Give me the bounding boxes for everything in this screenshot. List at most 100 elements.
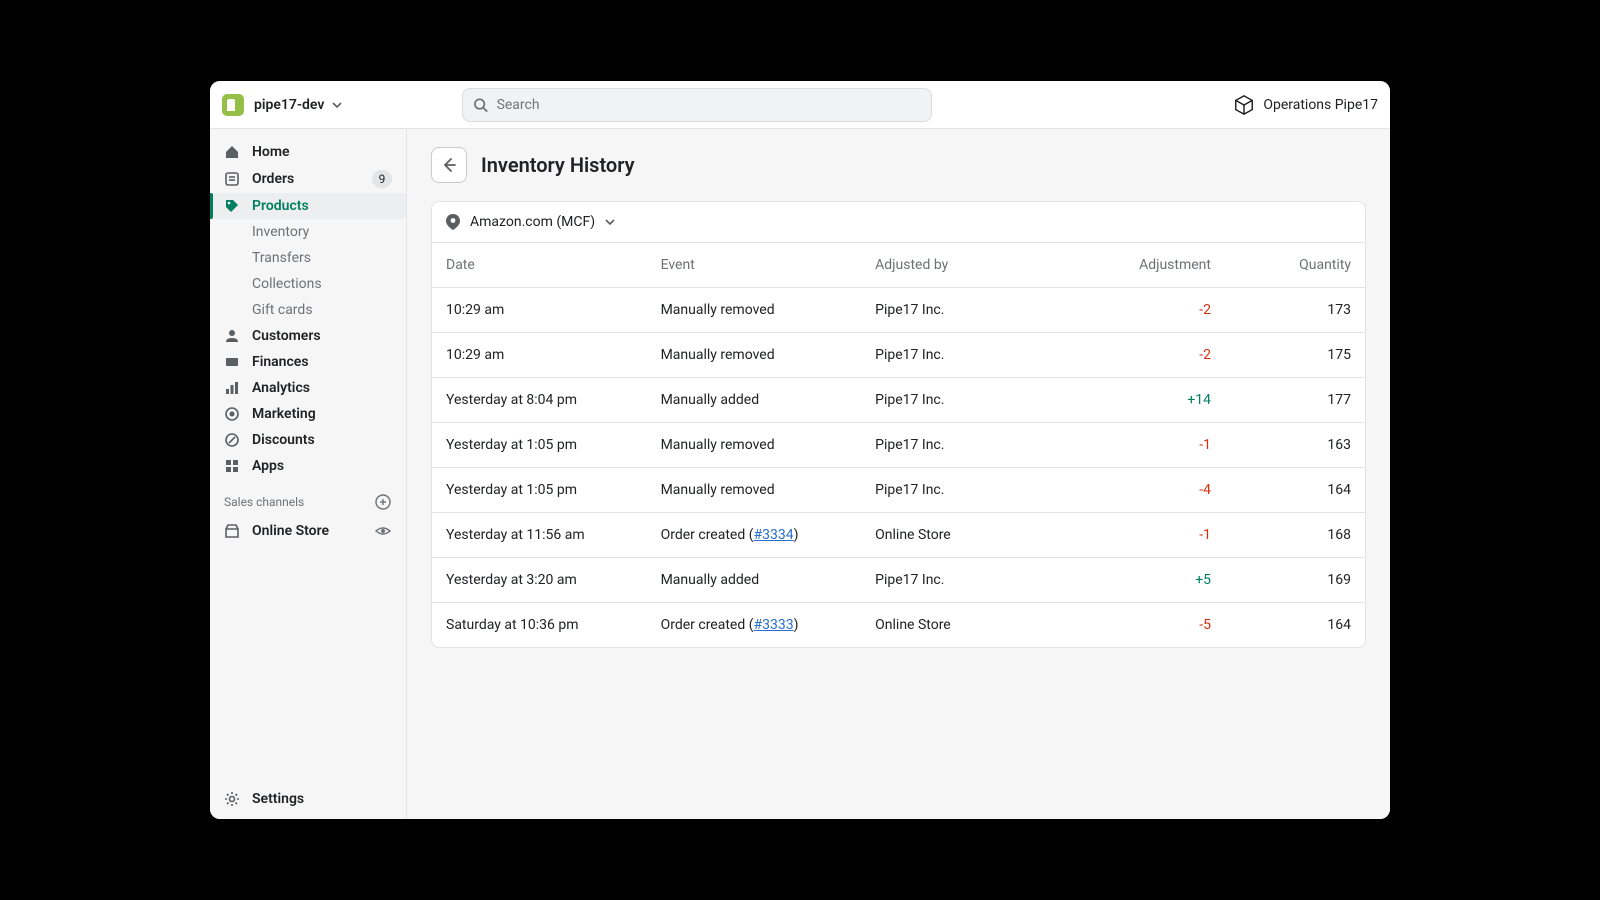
sub-label: Gift cards (252, 302, 313, 318)
cell-adjustment: +5 (1085, 558, 1225, 603)
location-selector[interactable]: Amazon.com (MCF) (432, 202, 1365, 243)
person-icon (224, 328, 240, 344)
table-row: Saturday at 10:36 pmOrder created (#3333… (432, 603, 1365, 648)
sidebar-item-customers[interactable]: Customers (210, 323, 406, 349)
cell-quantity: 173 (1225, 288, 1365, 333)
sidebar-label: Finances (252, 354, 309, 370)
store-switcher[interactable]: pipe17-dev (254, 97, 342, 113)
sidebar-item-apps[interactable]: Apps (210, 453, 406, 479)
cell-event: Order created (#3334) (647, 513, 862, 558)
cell-date: Yesterday at 3:20 am (432, 558, 647, 603)
cell-event: Manually removed (647, 423, 862, 468)
cell-date: 10:29 am (432, 333, 647, 378)
table-row: 10:29 amManually removedPipe17 Inc.-2175 (432, 333, 1365, 378)
sidebar-sub-transfers[interactable]: Transfers (210, 245, 406, 271)
sub-label: Transfers (252, 250, 311, 266)
table-row: Yesterday at 8:04 pmManually addedPipe17… (432, 378, 1365, 423)
cell-adjusted-by: Pipe17 Inc. (861, 333, 1085, 378)
table-row: 10:29 amManually removedPipe17 Inc.-2173 (432, 288, 1365, 333)
cell-quantity: 177 (1225, 378, 1365, 423)
discount-icon (224, 432, 240, 448)
sidebar-item-online-store[interactable]: Online Store (210, 517, 406, 545)
eye-icon (375, 523, 391, 539)
sidebar-label: Products (252, 198, 309, 214)
body: Home Orders 9 Products Inventory Transfe… (210, 129, 1390, 819)
cell-event: Manually added (647, 378, 862, 423)
cell-date: Saturday at 10:36 pm (432, 603, 647, 648)
sidebar-label: Online Store (252, 523, 329, 539)
col-date: Date (432, 243, 647, 288)
sub-label: Inventory (252, 224, 309, 240)
sub-label: Collections (252, 276, 322, 292)
cell-quantity: 168 (1225, 513, 1365, 558)
cell-adjustment: -5 (1085, 603, 1225, 648)
sidebar-sub-gift-cards[interactable]: Gift cards (210, 297, 406, 323)
sidebar-label: Analytics (252, 380, 310, 396)
global-search[interactable] (462, 88, 932, 122)
cell-date: Yesterday at 1:05 pm (432, 423, 647, 468)
sidebar-item-products[interactable]: Products (210, 193, 406, 219)
cell-event: Order created (#3333) (647, 603, 862, 648)
cell-event: Manually removed (647, 288, 862, 333)
location-pin-icon (446, 214, 460, 230)
col-adjustment: Adjustment (1085, 243, 1225, 288)
history-card: Amazon.com (MCF) Date Event Adjusted by … (431, 201, 1366, 648)
back-button[interactable] (431, 147, 467, 183)
sidebar-item-analytics[interactable]: Analytics (210, 375, 406, 401)
cell-quantity: 175 (1225, 333, 1365, 378)
sidebar-label: Home (252, 144, 290, 160)
order-link[interactable]: #3334 (754, 527, 794, 543)
cube-icon (1233, 94, 1255, 116)
col-event: Event (647, 243, 862, 288)
order-link[interactable]: #3333 (754, 617, 794, 633)
history-table: Date Event Adjusted by Adjustment Quanti… (432, 243, 1365, 647)
cell-date: 10:29 am (432, 288, 647, 333)
target-icon (224, 406, 240, 422)
cell-adjustment: -4 (1085, 468, 1225, 513)
sidebar-sub-collections[interactable]: Collections (210, 271, 406, 297)
cell-date: Yesterday at 1:05 pm (432, 468, 647, 513)
cell-adjustment: -1 (1085, 423, 1225, 468)
sidebar-item-home[interactable]: Home (210, 139, 406, 165)
sidebar-item-marketing[interactable]: Marketing (210, 401, 406, 427)
view-store-button[interactable] (374, 522, 392, 540)
table-row: Yesterday at 1:05 pmManually removedPipe… (432, 468, 1365, 513)
table-row: Yesterday at 3:20 amManually addedPipe17… (432, 558, 1365, 603)
cell-adjusted-by: Pipe17 Inc. (861, 378, 1085, 423)
sidebar-label: Apps (252, 458, 284, 474)
topbar: pipe17-dev Operations Pipe17 (210, 81, 1390, 129)
page-title: Inventory History (481, 153, 635, 177)
cell-event: Manually removed (647, 468, 862, 513)
cell-date: Yesterday at 8:04 pm (432, 378, 647, 423)
page-header: Inventory History (431, 147, 1366, 183)
chevron-down-icon (605, 217, 615, 227)
sidebar-item-discounts[interactable]: Discounts (210, 427, 406, 453)
cell-quantity: 164 (1225, 468, 1365, 513)
cell-adjusted-by: Pipe17 Inc. (861, 558, 1085, 603)
sidebar-item-finances[interactable]: Finances (210, 349, 406, 375)
sidebar-item-settings[interactable]: Settings (210, 786, 406, 819)
gear-icon (224, 791, 240, 807)
cell-adjustment: -1 (1085, 513, 1225, 558)
sidebar-sub-inventory[interactable]: Inventory (210, 219, 406, 245)
col-quantity: Quantity (1225, 243, 1365, 288)
apps-icon (224, 458, 240, 474)
shopify-logo-icon (222, 94, 244, 116)
cell-quantity: 163 (1225, 423, 1365, 468)
account-name-label: Operations Pipe17 (1263, 97, 1378, 113)
sidebar-item-orders[interactable]: Orders 9 (210, 165, 406, 193)
search-input[interactable] (497, 97, 922, 113)
sidebar-label: Customers (252, 328, 321, 344)
account-menu[interactable]: Operations Pipe17 (1233, 94, 1378, 116)
search-icon (473, 97, 488, 113)
app-frame: pipe17-dev Operations Pipe17 Home Orders… (210, 81, 1390, 819)
sales-channels-heading: Sales channels (210, 479, 406, 517)
cell-adjusted-by: Pipe17 Inc. (861, 288, 1085, 333)
cell-adjustment: -2 (1085, 333, 1225, 378)
table-row: Yesterday at 11:56 amOrder created (#333… (432, 513, 1365, 558)
section-label: Sales channels (224, 495, 304, 509)
tag-icon (224, 198, 240, 214)
cell-quantity: 164 (1225, 603, 1365, 648)
add-channel-button[interactable] (374, 493, 392, 511)
cell-event: Manually added (647, 558, 862, 603)
